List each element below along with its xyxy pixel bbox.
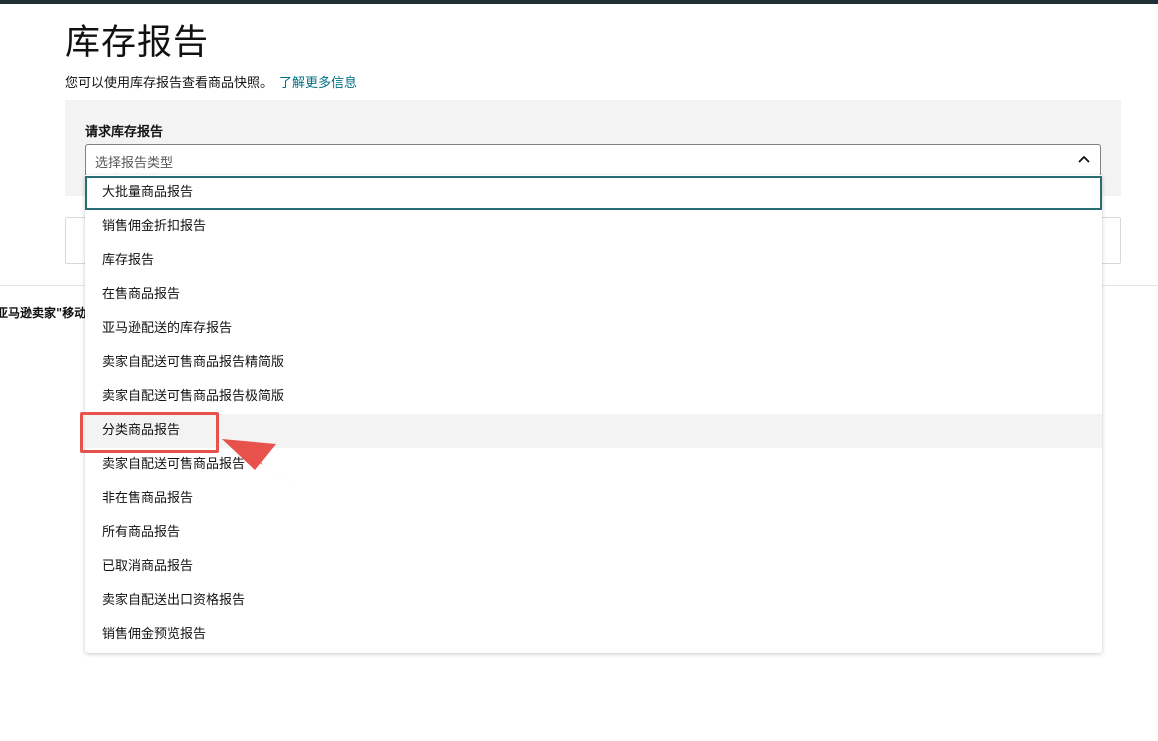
- dropdown-option[interactable]: 卖家自配送可售商品报告: [85, 448, 1102, 482]
- dropdown-option[interactable]: 已取消商品报告: [85, 550, 1102, 584]
- dropdown-option[interactable]: 大批量商品报告: [85, 176, 1102, 210]
- dropdown-option[interactable]: 非在售商品报告: [85, 482, 1102, 516]
- learn-more-link[interactable]: 了解更多信息: [279, 76, 357, 91]
- description-text: 您可以使用库存报告查看商品快照。: [65, 76, 274, 91]
- seller-app-link[interactable]: 亚马逊卖家"移动: [0, 304, 86, 321]
- annotation-highlight-box: [80, 412, 219, 453]
- dropdown-option[interactable]: 卖家自配送出口资格报告: [85, 584, 1102, 618]
- page-title: 库存报告: [65, 23, 210, 63]
- page-description: 您可以使用库存报告查看商品快照。 了解更多信息: [65, 72, 357, 91]
- request-report-label: 请求库存报告: [85, 125, 164, 140]
- select-placeholder: 选择报告类型: [95, 156, 174, 171]
- report-type-dropdown: 大批量商品报告 销售佣金折扣报告 库存报告 在售商品报告 亚马逊配送的库存报告 卖家自配送…: [85, 175, 1102, 653]
- dropdown-option[interactable]: 分类商品报告: [85, 414, 1102, 448]
- top-header-strip: [0, 0, 1158, 4]
- dropdown-option[interactable]: 销售佣金折扣报告: [85, 210, 1102, 244]
- dropdown-option[interactable]: 卖家自配送可售商品报告极简版: [85, 380, 1102, 414]
- chevron-up-icon[interactable]: [1076, 151, 1092, 167]
- dropdown-option[interactable]: 库存报告: [85, 244, 1102, 278]
- dropdown-option[interactable]: 所有商品报告: [85, 516, 1102, 550]
- report-type-select[interactable]: 选择报告类型: [85, 144, 1101, 176]
- dropdown-option[interactable]: 销售佣金预览报告: [85, 618, 1102, 652]
- dropdown-option[interactable]: 卖家自配送可售商品报告精简版: [85, 346, 1102, 380]
- dropdown-option[interactable]: 在售商品报告: [85, 278, 1102, 312]
- dropdown-option[interactable]: 亚马逊配送的库存报告: [85, 312, 1102, 346]
